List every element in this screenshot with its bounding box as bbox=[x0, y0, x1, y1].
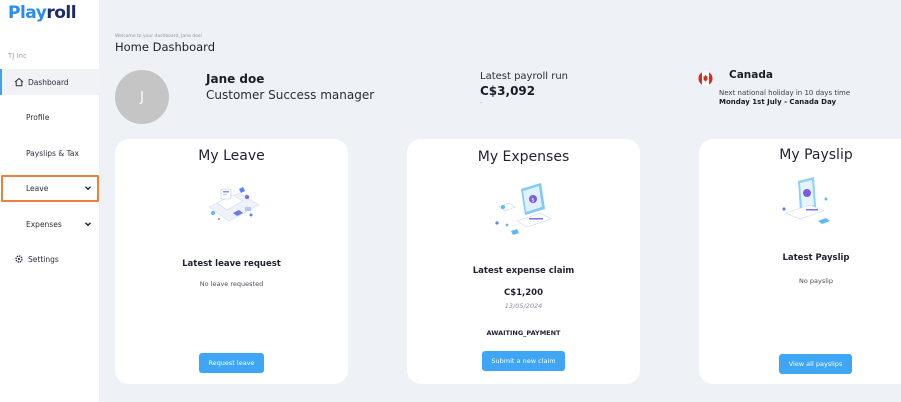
request-leave-button[interactable]: Request leave bbox=[199, 353, 264, 373]
sidebar-item-label: Profile bbox=[26, 112, 50, 122]
leave-illustration-icon bbox=[208, 187, 260, 222]
user-role: Customer Success manager bbox=[206, 88, 375, 102]
expense-status: AWAITING_PAYMENT bbox=[486, 329, 561, 337]
sidebar-item-leave[interactable]: Leave bbox=[0, 175, 100, 201]
sidebar-item-label: Settings bbox=[28, 254, 59, 264]
expense-subtitle: Latest expense claim bbox=[472, 266, 575, 276]
chevron-down-icon[interactable] bbox=[84, 220, 92, 228]
page-title: Home Dashboard bbox=[115, 40, 216, 54]
next-holiday-text: Next national holiday in 10 days time bbox=[719, 89, 851, 97]
payroll-amount: C$3,092 bbox=[480, 84, 536, 98]
card-title: My Leave bbox=[198, 148, 265, 164]
country-name: Canada bbox=[729, 69, 773, 81]
payslip-subtitle: Latest Payslip bbox=[782, 253, 850, 263]
sidebar-item-profile[interactable]: Profile bbox=[0, 104, 100, 130]
payslip-illustration-icon bbox=[782, 177, 830, 224]
card-title: My Expenses bbox=[477, 149, 570, 165]
gear-icon bbox=[15, 255, 23, 263]
submit-claim-button[interactable]: Submit a new claim bbox=[482, 351, 565, 371]
card-title: My Payslip bbox=[779, 147, 853, 163]
sidebar-item-payslips-tax[interactable]: Payslips & Tax bbox=[0, 140, 100, 166]
sidebar-item-expenses[interactable]: Expenses bbox=[0, 211, 100, 237]
user-name: Jane doe bbox=[206, 72, 265, 86]
expense-amount: C$1,200 bbox=[503, 288, 544, 298]
sidebar-item-label: Dashboard bbox=[28, 77, 69, 87]
sidebar-item-label: Payslips & Tax bbox=[26, 148, 79, 158]
payslip-note: No payslip bbox=[799, 277, 833, 285]
sidebar-item-settings[interactable]: Settings bbox=[0, 246, 100, 272]
leave-subtitle: Latest leave request bbox=[182, 259, 281, 269]
logo-text-play: Play bbox=[8, 3, 47, 23]
chevron-down-icon[interactable] bbox=[84, 184, 92, 192]
expenses-illustration-icon: $ bbox=[495, 183, 552, 235]
sidebar-item-dashboard[interactable]: Dashboard bbox=[0, 69, 100, 95]
payslip-card: My Payslip Latest Payslip No payslip Vie… bbox=[699, 139, 901, 384]
welcome-message: Welcome to your dashboard, Jane doe! bbox=[115, 34, 203, 39]
sidebar: Playroll TJ Inc Dashboard Profile Paysli… bbox=[0, 0, 100, 402]
sidebar-item-label: Leave bbox=[26, 183, 49, 193]
sidebar-item-label: Expenses bbox=[26, 219, 62, 229]
view-payslips-button[interactable]: View all payslips bbox=[779, 354, 852, 374]
logo-text-roll: roll bbox=[46, 3, 77, 23]
avatar: J bbox=[115, 70, 169, 124]
app-logo[interactable]: Playroll bbox=[8, 3, 77, 23]
home-icon bbox=[14, 77, 24, 87]
payroll-label: Latest payroll run bbox=[480, 71, 569, 82]
expense-date: 13/05/2024 bbox=[504, 302, 543, 310]
payroll-subtext: - bbox=[480, 99, 483, 107]
avatar-initial: J bbox=[140, 89, 144, 105]
leave-card: My Leave Latest leave request No leave r… bbox=[115, 139, 348, 384]
canada-flag-icon bbox=[698, 71, 713, 86]
leave-note: No leave requested bbox=[199, 280, 264, 288]
org-name: TJ Inc bbox=[8, 52, 27, 60]
expenses-card: My Expenses $ Latest expense claim C$1,2… bbox=[407, 139, 640, 384]
next-holiday-date: Monday 1st July - Canada Day bbox=[719, 98, 837, 106]
svg-text:$: $ bbox=[531, 197, 534, 203]
